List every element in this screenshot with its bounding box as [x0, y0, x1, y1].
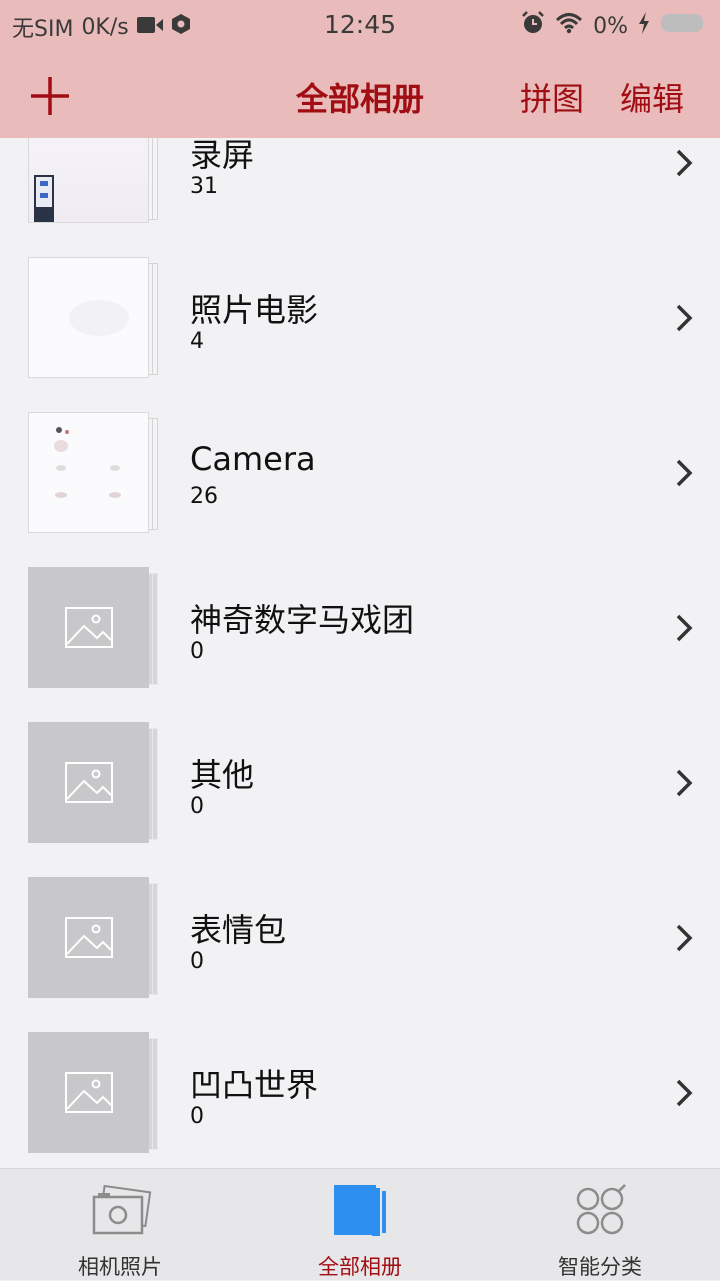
album-row[interactable]: Camera 26: [0, 410, 720, 565]
chevron-right-icon: [674, 768, 694, 798]
alarm-icon: [521, 11, 545, 41]
album-name: 表情包: [190, 911, 287, 949]
chevron-right-icon: [674, 148, 694, 178]
collage-button[interactable]: 拼图: [520, 74, 584, 120]
wifi-icon: [555, 12, 583, 40]
album-count: 26: [190, 484, 218, 509]
toolbar: 全部相册 拼图 编辑: [0, 50, 720, 138]
album-count: 0: [190, 949, 204, 974]
battery-percent: 0%: [593, 13, 628, 39]
album-name: 照片电影: [190, 291, 319, 329]
page-title: 全部相册: [295, 80, 424, 118]
edit-button[interactable]: 编辑: [620, 74, 684, 120]
album-row[interactable]: 其他 0: [0, 720, 720, 875]
chevron-right-icon: [674, 458, 694, 488]
photo-thumbnail: [28, 257, 149, 378]
album-row[interactable]: 表情包 0: [0, 875, 720, 1030]
album-thumbnail: [28, 877, 160, 999]
album-thumbnail: [28, 567, 160, 689]
header: 无SIM 0K/s 12:45 0% 全部相册 拼图 编辑: [0, 0, 720, 138]
tab-camera-photos[interactable]: 相机照片: [0, 1169, 240, 1281]
smart-category-icon: [568, 1183, 632, 1241]
placeholder-image-icon: [28, 567, 149, 688]
photo-thumbnail: [28, 412, 149, 533]
tab-all-albums[interactable]: 全部相册: [240, 1169, 480, 1281]
album-thumbnail: [28, 1032, 160, 1154]
camera-photos-icon: [88, 1183, 152, 1241]
album-count: 31: [190, 174, 218, 199]
album-thumbnail: [28, 412, 160, 534]
placeholder-image-icon: [28, 877, 149, 998]
battery-icon: [660, 12, 706, 40]
album-row[interactable]: 凹凸世界 0: [0, 1030, 720, 1185]
album-row[interactable]: 照片电影 4: [0, 255, 720, 410]
album-name: 凹凸世界: [190, 1066, 319, 1104]
album-name: Camera: [190, 440, 316, 478]
chevron-right-icon: [674, 613, 694, 643]
charging-icon: [638, 12, 650, 40]
tab-label: 全部相册: [318, 1255, 402, 1279]
tab-label: 相机照片: [78, 1255, 162, 1279]
album-row[interactable]: 神奇数字马戏团 0: [0, 565, 720, 720]
album-list: 录屏 31 照片电影 4 Camera 26 神奇数字马戏团 0 其他 0 表情…: [0, 100, 720, 1185]
tab-label: 智能分类: [558, 1255, 642, 1279]
chevron-right-icon: [674, 1078, 694, 1108]
album-name: 神奇数字马戏团: [190, 601, 415, 639]
album-count: 4: [190, 329, 204, 354]
all-albums-icon: [328, 1183, 392, 1241]
album-name: 其他: [190, 756, 255, 794]
chevron-right-icon: [674, 303, 694, 333]
album-count: 0: [190, 639, 204, 664]
album-count: 0: [190, 1104, 204, 1129]
album-thumbnail: [28, 257, 160, 379]
chevron-right-icon: [674, 923, 694, 953]
placeholder-image-icon: [28, 722, 149, 843]
status-bar: 无SIM 0K/s 12:45 0%: [0, 0, 720, 50]
album-count: 0: [190, 794, 204, 819]
tab-smart-category[interactable]: 智能分类: [480, 1169, 720, 1281]
bottom-tab-bar: 相机照片 全部相册 智能分类: [0, 1168, 720, 1280]
album-thumbnail: [28, 722, 160, 844]
placeholder-image-icon: [28, 1032, 149, 1153]
